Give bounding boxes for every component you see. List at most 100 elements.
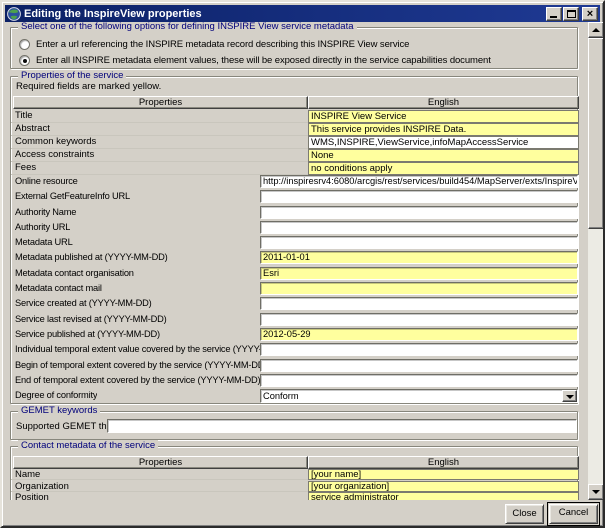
field-label: Metadata published at (YYYY-MM-DD) <box>15 251 168 264</box>
field-input[interactable] <box>260 343 578 356</box>
field-input[interactable]: Esri <box>260 267 578 280</box>
field-row: Online resource http://inspiresrv4:6080/… <box>11 175 577 188</box>
property-value-cell[interactable]: WMS,INSPIRE,ViewService,infoMapAccessSer… <box>308 136 579 149</box>
options-groupbox: Select one of the following options for … <box>10 27 578 69</box>
field-label: Metadata contact mail <box>15 282 102 295</box>
field-input[interactable] <box>260 297 578 310</box>
maximize-icon <box>567 10 576 18</box>
properties-field-rows: Online resource http://inspiresrv4:6080/… <box>11 175 577 403</box>
property-value-cell[interactable]: no conditions apply <box>308 162 579 175</box>
cancel-button[interactable]: Cancel <box>549 504 598 524</box>
dropdown-arrow-button[interactable] <box>562 390 577 402</box>
up-arrow-icon <box>592 28 600 32</box>
field-input[interactable]: 2011-01-01 <box>260 251 578 264</box>
scroll-up-button[interactable] <box>588 22 604 38</box>
property-label: Title <box>15 110 33 122</box>
properties-table-rows: Title INSPIRE View Service Abstract This… <box>11 110 577 175</box>
contact-groupbox-caption: Contact metadata of the service <box>18 440 158 452</box>
table-row: Access constraints None <box>11 149 577 162</box>
radio-option-row[interactable]: Enter all INSPIRE metadata element value… <box>19 54 491 66</box>
minimize-button[interactable] <box>546 7 562 21</box>
down-arrow-icon <box>592 490 600 494</box>
field-input[interactable] <box>260 221 578 234</box>
property-label: Fees <box>15 162 36 174</box>
field-input[interactable] <box>260 374 578 387</box>
close-window-button[interactable]: × <box>582 7 598 21</box>
table-row: Organization [your organization] <box>11 481 577 492</box>
field-list: Online resource http://inspiresrv4:6080/… <box>11 175 577 387</box>
field-label: Individual temporal extent value covered… <box>15 343 261 356</box>
field-label: External GetFeatureInfo URL <box>15 190 130 203</box>
property-label: Position <box>15 492 49 500</box>
field-label: Service created at (YYYY-MM-DD) <box>15 297 152 310</box>
field-label: Authority Name <box>15 206 76 219</box>
property-value-cell[interactable]: [your organization] <box>308 481 579 492</box>
gemet-themes-input[interactable] <box>107 419 577 433</box>
field-row: Begin of temporal extent covered by the … <box>11 359 577 372</box>
property-label: Access constraints <box>15 149 94 161</box>
gemet-groupbox-caption: GEMET keywords <box>18 405 100 417</box>
column-header-properties: Properties <box>13 96 308 109</box>
field-input[interactable] <box>260 190 578 203</box>
column-header-english: English <box>308 456 579 469</box>
conformity-value: Conform <box>263 391 299 401</box>
radio-button-icon[interactable] <box>19 55 30 66</box>
field-input[interactable]: 2012-05-29 <box>260 328 578 341</box>
close-button[interactable]: Close <box>505 504 544 524</box>
contact-groupbox: Contact metadata of the service Properti… <box>10 446 578 500</box>
properties-groupbox: Properties of the service Required field… <box>10 76 578 404</box>
properties-table-header: Properties English <box>11 96 577 109</box>
field-label: Metadata contact organisation <box>15 267 134 280</box>
options-groupbox-caption: Select one of the following options for … <box>18 22 357 33</box>
conformity-row: Degree of conformity Conform <box>11 389 577 403</box>
scroll-down-button[interactable] <box>588 484 604 500</box>
property-value-cell[interactable]: service administrator <box>308 492 579 500</box>
table-row: Name [your name] <box>11 469 577 480</box>
table-row: Position service administrator <box>11 492 577 500</box>
field-label: Online resource <box>15 175 78 188</box>
field-label: End of temporal extent covered by the se… <box>15 374 260 387</box>
conformity-label: Degree of conformity <box>15 389 97 402</box>
field-row: Service created at (YYYY-MM-DD) <box>11 297 577 310</box>
field-row: End of temporal extent covered by the se… <box>11 374 577 387</box>
conformity-dropdown[interactable]: Conform <box>260 389 578 403</box>
minimize-icon <box>550 16 557 18</box>
close-icon: × <box>583 7 597 21</box>
field-input[interactable] <box>260 206 578 219</box>
radio-button-icon[interactable] <box>19 39 30 50</box>
column-header-english: English <box>308 96 579 109</box>
vertical-scrollbar[interactable] <box>588 22 604 500</box>
field-row: Metadata URL <box>11 236 577 249</box>
table-row: Fees no conditions apply <box>11 162 577 175</box>
field-input[interactable]: http://inspiresrv4:6080/arcgis/rest/serv… <box>260 175 578 188</box>
field-label: Service published at (YYYY-MM-DD) <box>15 328 160 341</box>
scrollbar-thumb[interactable] <box>588 38 604 229</box>
field-input[interactable] <box>260 359 578 372</box>
title-bar: Editing the InspireView properties × <box>5 5 600 23</box>
field-row: Metadata contact mail <box>11 282 577 295</box>
down-arrow-icon <box>566 395 574 399</box>
table-row: Title INSPIRE View Service <box>11 110 577 123</box>
field-label: Metadata URL <box>15 236 73 249</box>
field-row: Service published at (YYYY-MM-DD) 2012-0… <box>11 328 577 341</box>
contact-table-header: Properties English <box>11 456 577 469</box>
maximize-button[interactable] <box>563 7 579 21</box>
radio-option-row[interactable]: Enter a url referencing the INSPIRE meta… <box>19 38 409 50</box>
radio-option-label: Enter a url referencing the INSPIRE meta… <box>36 39 409 50</box>
field-row: Authority URL <box>11 221 577 234</box>
field-input[interactable] <box>260 236 578 249</box>
field-row: Metadata contact organisation Esri <box>11 267 577 280</box>
property-value-cell[interactable]: [your name] <box>308 469 579 480</box>
property-value-cell[interactable]: INSPIRE View Service <box>308 110 579 123</box>
window-title: Editing the InspireView properties <box>24 5 202 23</box>
dialog-window: Editing the InspireView properties × Sel… <box>0 0 605 528</box>
field-row: Service last revised at (YYYY-MM-DD) <box>11 313 577 326</box>
table-row: Common keywords WMS,INSPIRE,ViewService,… <box>11 136 577 149</box>
gemet-groupbox: GEMET keywords Supported GEMET themes <box>10 411 578 440</box>
field-input[interactable] <box>260 282 578 295</box>
field-row: Individual temporal extent value covered… <box>11 343 577 356</box>
property-value-cell[interactable]: None <box>308 149 579 162</box>
field-input[interactable] <box>260 313 578 326</box>
globe-icon <box>7 7 21 21</box>
property-value-cell[interactable]: This service provides INSPIRE Data. <box>308 123 579 136</box>
